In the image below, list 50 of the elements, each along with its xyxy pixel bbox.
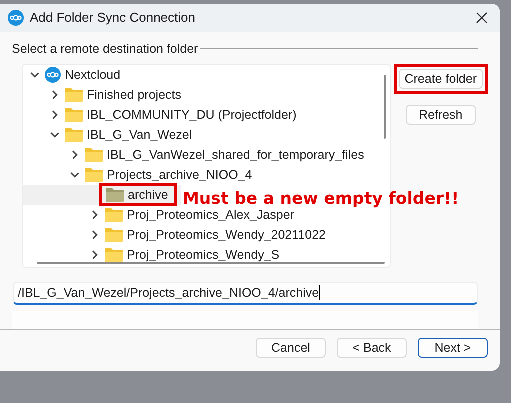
folder-name: Proj_Proteomics_Wendy_S [127, 248, 280, 262]
chevron-right-icon[interactable] [50, 90, 60, 100]
chevron-down-icon[interactable] [30, 70, 40, 80]
folder-name: Projects_archive_NIOO_4 [107, 168, 252, 182]
folder-name: Proj_Proteomics_Alex_Jasper [127, 208, 294, 222]
folder-name: IBL_COMMUNITY_DU (Projectfolder) [87, 108, 297, 122]
folder-icon [85, 147, 103, 162]
tree-item[interactable]: IBL_G_VanWezel_shared_for_temporary_files [23, 144, 368, 165]
scrollbar[interactable] [384, 74, 386, 139]
tree-item[interactable]: IBL_COMMUNITY_DU (Projectfolder) [23, 104, 301, 125]
folder-name: Proj_Proteomics_Wendy_20211022 [127, 228, 326, 242]
tree-item[interactable]: Proj_Proteomics_Wendy_20211022 [23, 224, 330, 245]
folder-name: IBL_G_Van_Wezel [87, 128, 192, 142]
folder-name: IBL_G_VanWezel_shared_for_temporary_files [107, 148, 364, 162]
folder-icon [65, 127, 83, 142]
footer-button[interactable]: Next > [418, 338, 488, 358]
folder-icon [105, 207, 123, 222]
side-button[interactable]: Refresh [406, 104, 476, 125]
folder-icon [105, 227, 123, 242]
side-button[interactable]: Create folder [398, 68, 483, 89]
window-title: Add Folder Sync Connection [30, 10, 196, 26]
chevron-right-icon[interactable] [90, 230, 100, 240]
folder-icon [85, 167, 103, 182]
group-label: Select a remote destination folder [12, 42, 198, 56]
chevron-right-icon[interactable] [90, 210, 100, 220]
tree-item[interactable]: IBL_G_Van_Wezel [23, 124, 196, 145]
footer-button[interactable]: < Back [337, 338, 407, 358]
folder-icon [106, 187, 124, 202]
chevron-right-icon[interactable] [90, 250, 100, 260]
chevron-right-icon[interactable] [70, 150, 80, 160]
chevron-right-icon[interactable] [50, 110, 60, 120]
chevron-down-icon[interactable] [50, 130, 60, 140]
tree-item[interactable]: archive [23, 184, 182, 205]
path-field[interactable]: /IBL_G_Van_Wezel/Projects_archive_NIOO_4/archive [13, 282, 478, 305]
folder-name: Finished projects [87, 88, 182, 102]
tree-item[interactable]: Nextcloud [23, 64, 125, 85]
close-icon[interactable] [476, 12, 488, 24]
cloud-logo-icon [8, 10, 24, 26]
folder-name: Nextcloud [65, 68, 121, 82]
tree-item[interactable]: Proj_Proteomics_Wendy_S [23, 244, 284, 265]
tree-item[interactable]: Finished projects [23, 84, 186, 105]
folder-icon [105, 247, 123, 262]
tree-item[interactable]: Projects_archive_NIOO_4 [23, 164, 256, 185]
folder-name: archive [128, 188, 168, 202]
footer-button[interactable]: Cancel [256, 338, 326, 358]
scrollbar[interactable] [37, 262, 385, 264]
chevron-down-icon[interactable] [70, 170, 80, 180]
cloud-logo-icon [45, 66, 61, 83]
folder-icon [65, 107, 83, 122]
folder-icon [65, 87, 83, 102]
